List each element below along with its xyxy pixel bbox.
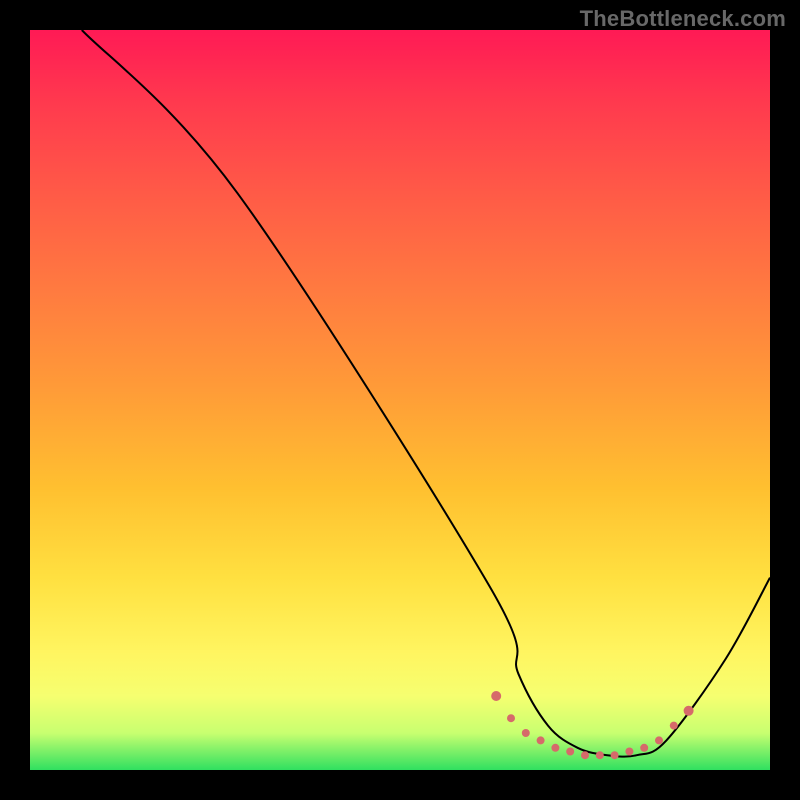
optimal-range-marker [684,706,694,716]
optimal-range-marker [491,691,501,701]
chart-frame: TheBottleneck.com [0,0,800,800]
optimal-range-marker [522,729,530,737]
optimal-range-marker [507,714,515,722]
optimal-range-marker [596,751,604,759]
optimal-range-marker [537,736,545,744]
optimal-range-marker [640,744,648,752]
plot-gradient-area [30,30,770,770]
optimal-range-marker [655,736,663,744]
optimal-range-marker [551,744,559,752]
optimal-range-marker [581,751,589,759]
optimal-range-marker [611,751,619,759]
optimal-range-marker [670,722,678,730]
optimal-range-marker [625,748,633,756]
watermark-text: TheBottleneck.com [580,6,786,32]
curve-svg [30,30,770,770]
bottleneck-curve [82,30,770,757]
optimal-range-marker [566,748,574,756]
